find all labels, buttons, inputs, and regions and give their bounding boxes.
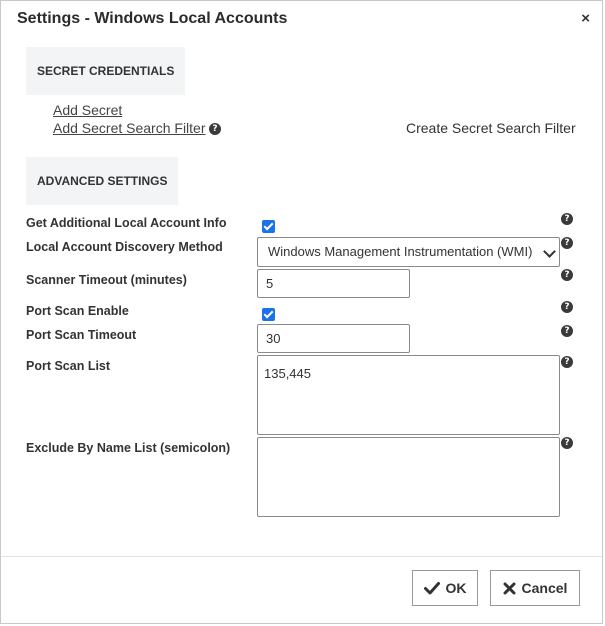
cancel-label: Cancel: [521, 580, 568, 596]
scanner-timeout-input[interactable]: [257, 269, 410, 298]
settings-dialog: Settings - Windows Local Accounts × SECR…: [0, 0, 603, 624]
exclude-by-name-label: Exclude By Name List (semicolon): [26, 441, 231, 455]
create-secret-search-filter-link[interactable]: Create Secret Search Filter: [406, 120, 576, 136]
port-scan-timeout-label: Port Scan Timeout: [26, 328, 137, 342]
port-scan-list-textarea[interactable]: [257, 355, 560, 435]
help-icon[interactable]: ?: [209, 123, 221, 135]
ok-label: OK: [445, 580, 467, 596]
help-icon[interactable]: ?: [561, 437, 573, 449]
help-icon[interactable]: ?: [561, 237, 573, 249]
advanced-settings-heading: ADVANCED SETTINGS: [26, 157, 179, 205]
add-secret-search-filter-label: Add Secret Search Filter: [53, 120, 206, 136]
ok-button[interactable]: OK: [412, 570, 478, 606]
help-icon[interactable]: ?: [561, 301, 573, 313]
get-info-label: Get Additional Local Account Info: [26, 216, 227, 230]
secret-credentials-heading: SECRET CREDENTIALS: [26, 47, 186, 95]
footer-divider: [1, 556, 602, 557]
discovery-method-value: Windows Management Instrumentation (WMI): [268, 244, 533, 259]
get-info-checkbox[interactable]: [262, 220, 275, 233]
cancel-button[interactable]: Cancel: [490, 570, 580, 606]
help-icon[interactable]: ?: [561, 269, 573, 281]
scanner-timeout-label: Scanner Timeout (minutes): [26, 273, 187, 287]
port-scan-enable-label: Port Scan Enable: [26, 304, 129, 318]
help-icon[interactable]: ?: [561, 325, 573, 337]
port-scan-enable-checkbox[interactable]: [262, 308, 275, 321]
close-icon[interactable]: ×: [581, 10, 590, 27]
help-icon[interactable]: ?: [561, 356, 573, 368]
discovery-method-label: Local Account Discovery Method: [26, 240, 223, 254]
chevron-down-icon: [543, 245, 556, 258]
discovery-method-select[interactable]: Windows Management Instrumentation (WMI): [257, 237, 560, 267]
port-scan-list-label: Port Scan List: [26, 359, 111, 373]
help-icon[interactable]: ?: [561, 213, 573, 225]
exclude-by-name-textarea[interactable]: [257, 437, 560, 517]
port-scan-timeout-input[interactable]: [257, 324, 410, 353]
add-secret-link[interactable]: Add Secret: [53, 102, 122, 118]
close-icon: [503, 582, 516, 594]
add-secret-search-filter-link[interactable]: Add Secret Search Filter: [53, 120, 206, 136]
dialog-title: Settings - Windows Local Accounts: [17, 10, 288, 27]
check-icon: [423, 582, 440, 595]
